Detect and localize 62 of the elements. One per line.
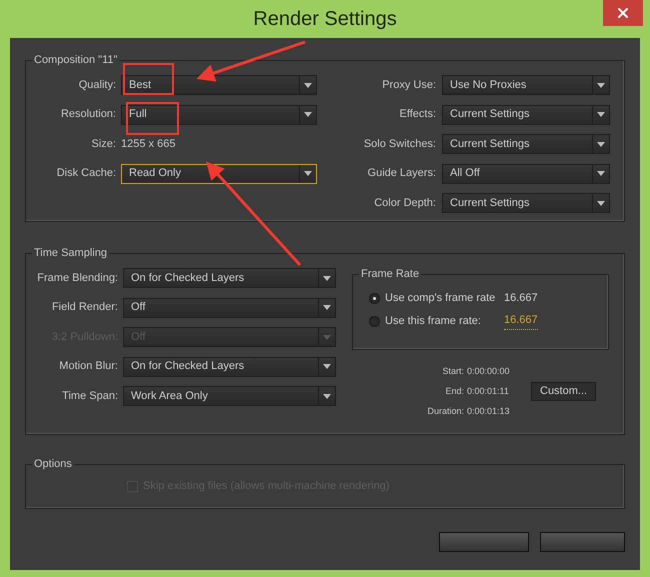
field-label: Guide Layers: [366,166,437,182]
field-label: Quality: [78,78,117,93]
caret-icon [597,171,605,176]
dialog-button[interactable] [439,532,529,552]
frame-rate-value: 16.667 [504,290,538,306]
caret-icon [323,276,331,280]
dropdown[interactable]: All Off [442,164,610,184]
caret-icon [323,305,331,310]
close-button[interactable] [603,0,643,26]
size-value: 1255 x 665 [121,136,176,152]
dropdown[interactable]: Current Settings [442,104,610,124]
radio-label: Use comp's frame rate [385,290,496,306]
time-label: Start: [441,364,465,378]
annotation-box [126,102,179,135]
caret-icon [323,394,331,398]
field-label: Resolution: [60,107,117,122]
field-label: Time Span: [61,388,119,404]
caret-icon [323,334,331,340]
time-value: 0:00:01:11 [467,384,510,398]
group-title: Composition "11" [32,52,120,68]
caret-icon [597,112,605,117]
field-label: Proxy Use: [381,78,437,93]
radio-button[interactable] [369,292,380,304]
group-title: Time Sampling [32,245,109,261]
dropdown[interactable]: On for Checked Layers [123,268,336,288]
custom-button[interactable]: Custom... [531,382,596,401]
field-label: Motion Blur: [58,359,119,374]
field-label: Solo Switches: [362,136,437,152]
group-title: Options [32,456,74,472]
radio-label: Use this frame rate: [385,314,482,329]
caret-icon [304,82,312,88]
time-value: 0:00:01:13 [467,404,511,418]
dropdown[interactable]: Off [123,298,336,318]
dropdown[interactable]: Work Area Only [123,386,336,406]
time-label: Duration: [426,404,465,418]
dropdown[interactable]: On for Checked Layers [123,356,336,376]
radio-button[interactable] [369,316,380,326]
caret-icon [597,142,605,146]
caret-icon [597,200,605,206]
dropdown[interactable]: Full [121,104,317,124]
dropdown[interactable]: Current Settings [442,193,610,213]
dropdown[interactable]: Read Only [121,164,317,184]
window-title: Render Settings [253,7,397,32]
dropdown[interactable]: Best [121,75,317,95]
field-label: Field Render: [50,300,119,316]
time-label: End: [444,384,465,398]
caret-icon [304,171,312,176]
dropdown[interactable]: Current Settings [442,134,610,154]
time-value: 0:00:00:00 [467,364,511,378]
caret-icon [323,364,331,369]
caret-icon [597,82,605,88]
field-label: Disk Cache: [56,166,117,182]
dropdown[interactable]: Use No Proxies [442,75,610,95]
dialog-button[interactable] [540,532,625,552]
field-label: Size: [90,136,117,152]
field-label: Color Depth: [373,196,437,211]
field-label: Frame Blending: [36,270,119,286]
field-label: Effects: [398,107,437,122]
annotation-box [123,63,174,95]
caret-icon [304,112,312,117]
close-icon [615,5,631,21]
frame-rate-field[interactable]: 16.667 [504,312,538,330]
